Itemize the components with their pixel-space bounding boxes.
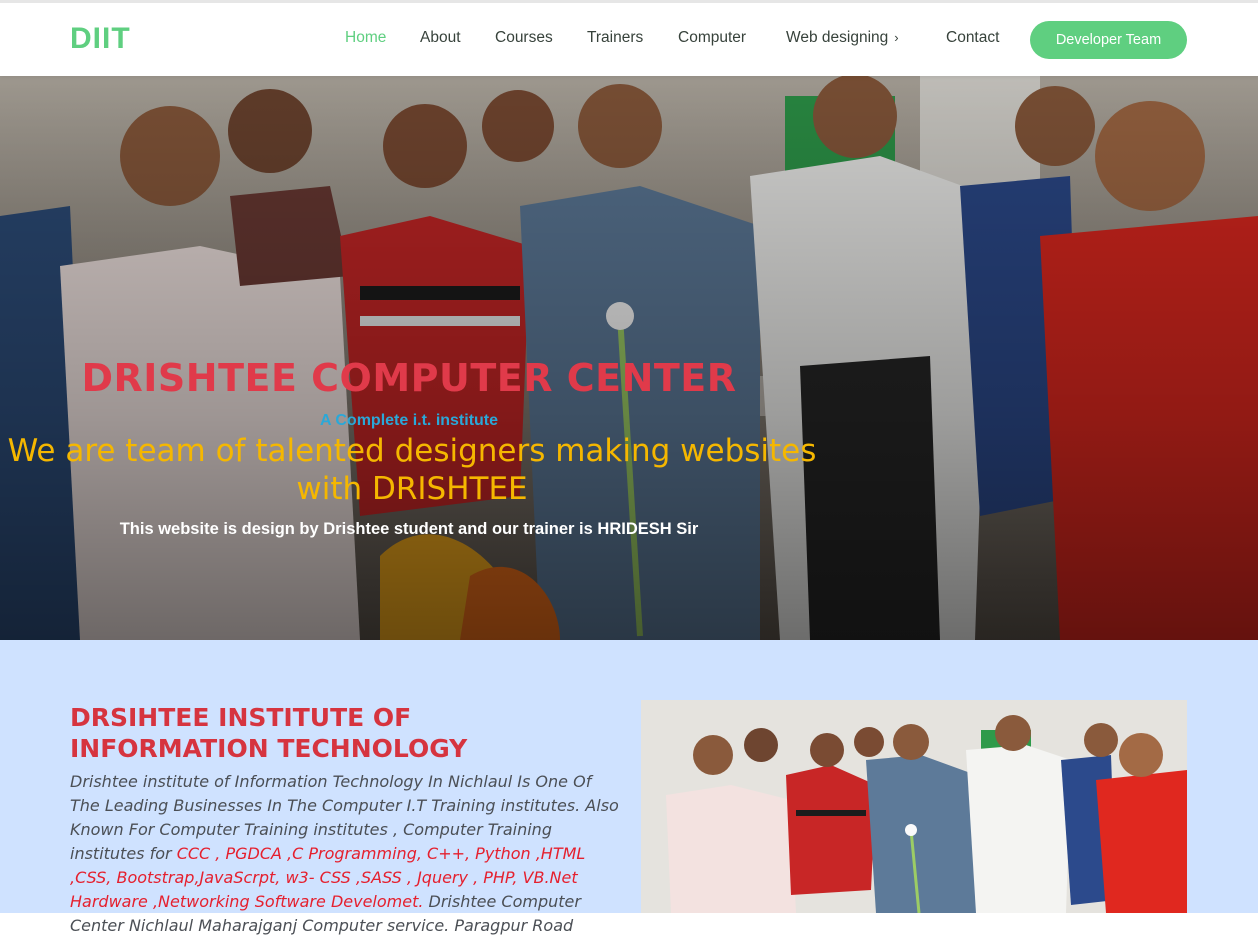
nav-web-designing-label: Web designing [786,29,889,46]
nav-home[interactable]: Home [345,29,386,47]
site-header: DIIT Home About Courses Trainers Compute… [0,0,1258,76]
hero-credit: This website is design by Drishtee stude… [119,520,699,538]
developer-team-button[interactable]: Developer Team [1030,21,1187,59]
nav-about[interactable]: About [420,29,461,47]
hero-banner: DRISHTEE COMPUTER CENTER A Complete i.t.… [0,76,1258,640]
nav-computer[interactable]: Computer [678,29,746,47]
group-photo-image [641,700,1187,913]
nav-contact[interactable]: Contact [946,29,999,47]
nav-courses[interactable]: Courses [495,29,553,47]
hero-subtitle: A Complete i.t. institute [319,412,499,429]
site-logo[interactable]: DIIT [70,22,131,56]
hero-tagline: We are team of talented designers making… [7,433,817,507]
about-photo [641,700,1187,913]
nav-web-designing[interactable]: Web designing › [786,29,899,47]
chevron-right-icon: › [894,30,899,45]
nav-trainers[interactable]: Trainers [587,29,643,47]
about-title: DRSIHTEE INSTITUTE OF INFORMATION TECHNO… [70,703,468,763]
hero-title: DRISHTEE COMPUTER CENTER [81,356,737,400]
about-section: DRSIHTEE INSTITUTE OF INFORMATION TECHNO… [0,640,1258,935]
